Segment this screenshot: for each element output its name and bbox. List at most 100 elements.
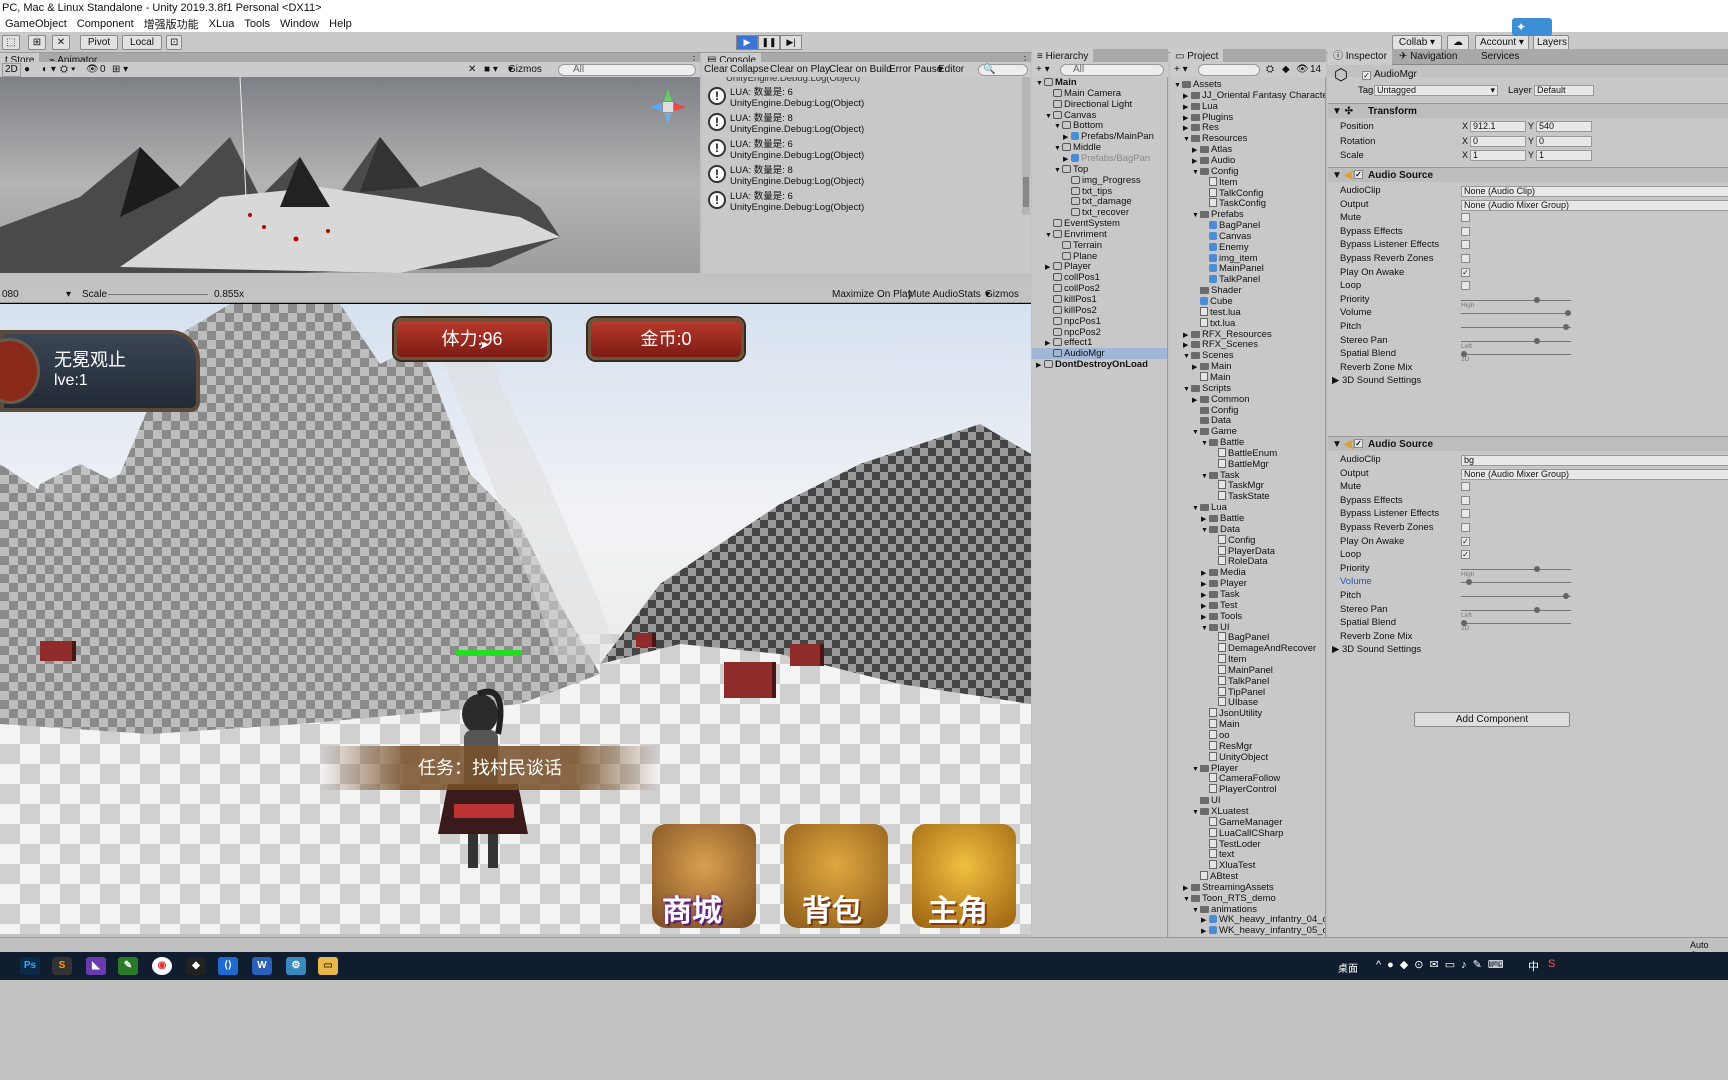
project-item[interactable]: ▶ Audio xyxy=(1170,155,1325,166)
expand-arrow-icon[interactable]: ▶ xyxy=(1192,156,1200,166)
audio-source-header[interactable]: ▼ ◀) ✓ Audio Source xyxy=(1328,436,1728,451)
project-item[interactable]: ABtest xyxy=(1170,871,1325,882)
expand-arrow-icon[interactable]: ▼ xyxy=(1192,167,1200,177)
hidden-layers-icon[interactable]: 👁 xyxy=(86,62,99,78)
snap-icon[interactable]: ⊡ xyxy=(166,35,182,50)
expand-arrow-icon[interactable]: ▼ xyxy=(1036,78,1044,88)
effects-icon[interactable]: ⛭ ▾ xyxy=(60,62,76,78)
project-item[interactable]: ▼ Resources xyxy=(1170,133,1325,144)
console-editor-dropdown[interactable]: Editor ▾ xyxy=(938,62,964,78)
project-item[interactable]: Item xyxy=(1170,654,1325,665)
antivirus-icon[interactable]: S xyxy=(1548,958,1555,970)
audio-object-field[interactable]: None (Audio Clip) xyxy=(1461,186,1728,197)
step-button[interactable]: ▶| xyxy=(780,35,802,50)
menu-item-5[interactable]: Window xyxy=(275,18,324,30)
expand-arrow-icon[interactable]: ▶ xyxy=(1183,102,1191,112)
expand-arrow-icon[interactable]: ▶ xyxy=(1192,362,1200,372)
project-item[interactable]: Canvas xyxy=(1170,231,1325,242)
expand-arrow-icon[interactable]: ▼ xyxy=(1201,623,1209,633)
scene-gizmo-icon[interactable] xyxy=(648,87,688,127)
game-gizmos-button[interactable]: Gizmos ▾ xyxy=(985,287,1019,303)
audio-source-header[interactable]: ▼ ◀) ✓ Audio Source xyxy=(1328,167,1728,182)
expand-arrow-icon[interactable]: ▶ xyxy=(1183,113,1191,123)
project-item[interactable]: GameManager xyxy=(1170,816,1325,828)
gizmos-dropdown[interactable]: Gizmos ▾ xyxy=(508,62,542,78)
transform-header[interactable]: ▼ ✣ Transform xyxy=(1328,103,1728,118)
lighting-icon[interactable]: ● xyxy=(24,62,30,78)
project-item[interactable]: TalkConfig xyxy=(1170,187,1325,199)
project-item[interactable]: ▶ Res xyxy=(1170,122,1325,133)
expand-arrow-icon[interactable]: ▶ xyxy=(1201,579,1209,589)
photoshop-icon[interactable]: Ps xyxy=(20,957,40,975)
project-item[interactable]: ▼ Prefabs xyxy=(1170,209,1325,220)
hierarchy-item[interactable]: Plane xyxy=(1032,251,1167,262)
hierarchy-search-input[interactable]: All xyxy=(1060,64,1164,76)
audio-checkbox[interactable] xyxy=(1461,240,1470,250)
slider-handle[interactable] xyxy=(1466,579,1473,586)
expand-arrow-icon[interactable]: ▼ xyxy=(1192,210,1200,220)
tools-icon[interactable]: ✕ xyxy=(468,62,476,78)
project-item[interactable]: BattleEnum xyxy=(1170,447,1325,459)
project-create-button[interactable]: + ▾ xyxy=(1174,62,1188,78)
add-component-button[interactable]: Add Component xyxy=(1414,712,1570,727)
audio-object-field[interactable]: None (Audio Mixer Group) xyxy=(1461,468,1728,480)
audio-checkbox[interactable] xyxy=(1461,226,1470,236)
audio-slider[interactable] xyxy=(1461,296,1571,303)
project-item[interactable]: LuaCallCSharp xyxy=(1170,827,1325,839)
audio-checkbox[interactable] xyxy=(1461,213,1470,223)
expand-arrow-icon[interactable]: ▼ xyxy=(1045,230,1053,240)
tag-dropdown[interactable]: Untagged ▾ xyxy=(1374,85,1498,96)
menu-item-3[interactable]: XLua xyxy=(204,18,240,30)
project-item[interactable]: ▶ Main xyxy=(1170,361,1325,372)
project-item[interactable]: MainPanel xyxy=(1170,664,1325,676)
play-button[interactable]: ▶ xyxy=(736,35,758,50)
project-item[interactable]: Main xyxy=(1170,719,1325,730)
project-item[interactable]: BagPanel xyxy=(1170,632,1325,643)
audio-property-row[interactable]: ▶ 3D Sound Settings xyxy=(1332,644,1421,656)
project-search-input[interactable] xyxy=(1198,64,1260,76)
hidden-count-icon[interactable]: 👁 xyxy=(1296,62,1309,78)
hierarchy-item[interactable]: ▼ Canvas xyxy=(1032,110,1167,121)
2d-toggle[interactable]: 2D xyxy=(2,63,21,77)
project-item[interactable]: text xyxy=(1170,849,1325,860)
project-item[interactable]: ▶ Common xyxy=(1170,394,1325,405)
hierarchy-item[interactable]: npcPos1 xyxy=(1032,316,1167,327)
audio-slider[interactable] xyxy=(1461,310,1571,317)
expand-arrow-icon[interactable]: ▶ xyxy=(1063,154,1071,164)
project-item[interactable]: img_item xyxy=(1170,253,1325,264)
hierarchy-item[interactable]: ▼ Envriment xyxy=(1032,229,1167,240)
audio-property-row[interactable]: ▶ 3D Sound Settings xyxy=(1332,375,1421,387)
audio-slider[interactable] xyxy=(1461,324,1571,330)
hierarchy-item[interactable]: img_Progress xyxy=(1032,175,1167,186)
audio-checkbox[interactable] xyxy=(1461,523,1470,532)
expand-arrow-icon[interactable]: ▼ xyxy=(1201,471,1209,481)
collab-button[interactable]: Collab ▾ xyxy=(1392,35,1442,50)
project-item[interactable]: Item xyxy=(1170,176,1325,188)
mute-audio-button[interactable]: Mute Audio xyxy=(908,287,958,303)
console-entry[interactable]: ! LUA: 数量是: 6 UnityEngine.Debug:Log(Object… xyxy=(706,137,1024,163)
expand-arrow-icon[interactable]: ▶ xyxy=(1192,395,1200,405)
filter-type-icon[interactable]: ⛭ xyxy=(1266,62,1274,78)
console-entry[interactable]: ! LUA: 数量是: 8 UnityEngine.Debug:Log(Object… xyxy=(706,163,1024,189)
tab-navigation[interactable]: ✈ Navigation xyxy=(1394,49,1462,65)
expand-arrow-icon[interactable]: ▼ xyxy=(1054,165,1062,175)
project-item[interactable]: ▼ Toon_RTS_demo xyxy=(1170,893,1325,904)
menu-item-0[interactable]: GameObject xyxy=(0,18,72,30)
audio-slider[interactable] xyxy=(1461,565,1571,572)
project-item[interactable]: ▼ Player xyxy=(1170,763,1325,774)
fold-arrow-icon[interactable]: ▶ xyxy=(1332,375,1342,386)
project-item[interactable]: BagPanel xyxy=(1170,220,1325,231)
expand-arrow-icon[interactable]: ▶ xyxy=(1201,514,1209,524)
hierarchy-item[interactable]: ▶ DontDestroyOnLoad xyxy=(1032,359,1167,370)
project-item[interactable]: CameraFollow xyxy=(1170,773,1325,784)
camera-icon[interactable]: ■ ▾ xyxy=(484,62,498,78)
account-button[interactable]: Account ▾ xyxy=(1475,35,1529,50)
fold-arrow-icon[interactable]: ▼ xyxy=(1328,170,1342,181)
audio-slider[interactable] xyxy=(1461,620,1571,627)
expand-arrow-icon[interactable]: ▼ xyxy=(1054,121,1062,131)
expand-arrow-icon[interactable]: ▼ xyxy=(1183,894,1191,904)
project-item[interactable]: test.lua xyxy=(1170,306,1325,318)
unity-icon[interactable]: ◆ xyxy=(186,957,206,975)
game-view[interactable]: 无冕观止 lve:1 体力:96 金币:0 ➤ 任务：找村民谈话 商城 背包 主… xyxy=(0,304,1031,934)
hierarchy-item[interactable]: ▼ Bottom xyxy=(1032,120,1167,131)
